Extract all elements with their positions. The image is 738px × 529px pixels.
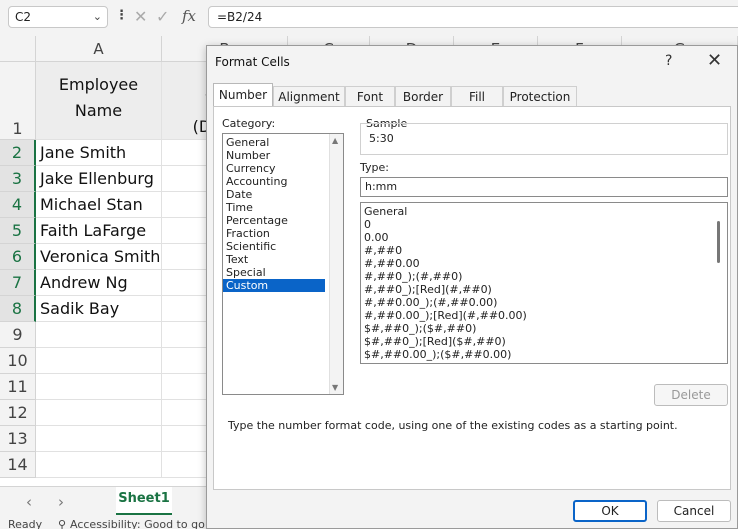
cell-a12[interactable] [36, 400, 162, 426]
status-accessibility[interactable]: Accessibility: Good to go [70, 518, 205, 529]
format-code-list[interactable]: General 0 0.00 #,##0 #,##0.00 #,##0_);(#… [360, 202, 728, 364]
list-item[interactable]: Time [223, 201, 343, 214]
row-header-5[interactable]: 5 [0, 218, 36, 244]
tab-border[interactable]: Border [395, 86, 451, 106]
row-header-6[interactable]: 6 [0, 244, 36, 270]
list-item[interactable]: 0.00 [361, 231, 727, 244]
status-ready: Ready [8, 518, 43, 529]
row-header-12[interactable]: 12 [0, 400, 36, 426]
list-item[interactable]: Fraction [223, 227, 343, 240]
list-item[interactable]: Date [223, 188, 343, 201]
name-box-value: C2 [15, 10, 32, 24]
list-item[interactable]: General [361, 205, 727, 218]
row-header-8[interactable]: 8 [0, 296, 36, 322]
header-line: Employee [58, 75, 139, 94]
cell-a11[interactable] [36, 374, 162, 400]
formula-input[interactable]: =B2/24 [208, 6, 738, 28]
employee-name-cell[interactable]: Andrew Ng [36, 270, 162, 296]
accessibility-icon: ⚲ [58, 518, 67, 529]
scroll-thumb[interactable] [717, 221, 720, 263]
chevron-left-icon[interactable]: ‹ [26, 493, 32, 511]
list-item[interactable]: #,##0.00 [361, 257, 727, 270]
row-header-3[interactable]: 3 [0, 166, 36, 192]
employee-name-cell[interactable]: Michael Stan [36, 192, 162, 218]
list-item[interactable]: 0 [361, 218, 727, 231]
tab-font[interactable]: Font [345, 86, 395, 106]
chevron-down-icon[interactable]: ⌄ [93, 10, 102, 23]
list-item-selected[interactable]: Custom [223, 279, 325, 292]
chevron-right-icon[interactable]: › [58, 493, 64, 511]
list-item[interactable]: Number [223, 149, 343, 162]
sample-box: 5:30 [360, 123, 728, 155]
sheet-tab-sheet1[interactable]: Sheet1 [116, 487, 172, 515]
employee-name-cell[interactable]: Jake Ellenburg [36, 166, 162, 192]
number-tab-panel: Category: General Number Currency Accoun… [213, 106, 731, 490]
formula-actions: ✕ ✓ fx [132, 4, 202, 30]
tab-number[interactable]: Number [213, 83, 273, 106]
type-label: Type: [360, 161, 389, 174]
close-icon[interactable]: ✕ [707, 50, 722, 71]
sample-value: 5:30 [369, 132, 394, 145]
name-box[interactable]: C2 ⌄ [8, 6, 108, 28]
type-input[interactable]: h:mm [360, 177, 728, 197]
cancel-button[interactable]: Cancel [657, 500, 731, 522]
employee-name-cell[interactable]: Sadik Bay [36, 296, 162, 322]
row-header-1[interactable]: 1 [0, 62, 36, 140]
dialog-title: Format Cells [215, 55, 290, 69]
row-header-2[interactable]: 2 [0, 140, 36, 166]
format-cells-dialog: Format Cells ? ✕ Number Alignment Font B… [206, 45, 738, 529]
list-item[interactable]: Accounting [223, 175, 343, 188]
delete-button[interactable]: Delete [654, 384, 728, 406]
cancel-entry-icon[interactable]: ✕ [134, 7, 147, 26]
help-icon[interactable]: ? [665, 53, 672, 69]
category-list[interactable]: General Number Currency Accounting Date … [222, 133, 344, 395]
employee-name-cell[interactable]: Faith LaFarge [36, 218, 162, 244]
list-item[interactable]: Currency [223, 162, 343, 175]
cell-a13[interactable] [36, 426, 162, 452]
row-header-11[interactable]: 11 [0, 374, 36, 400]
category-scrollbar[interactable]: ▲ ▼ [329, 134, 343, 394]
list-item[interactable]: #,##0 [361, 244, 727, 257]
scroll-down-icon[interactable]: ▼ [332, 383, 338, 392]
format-scrollbar[interactable] [713, 203, 727, 363]
cell-a9[interactable] [36, 322, 162, 348]
row-header-14[interactable]: 14 [0, 452, 36, 478]
list-item[interactable]: $#,##0.00_);($#,##0.00) [361, 348, 727, 361]
select-all-corner[interactable] [0, 36, 36, 62]
employee-name-cell[interactable]: Jane Smith [36, 140, 162, 166]
cell-a1[interactable]: Employee Name [36, 62, 162, 140]
list-item[interactable]: Text [223, 253, 343, 266]
list-item[interactable]: Special [223, 266, 343, 279]
list-item[interactable]: #,##0.00_);[Red](#,##0.00) [361, 309, 727, 322]
column-header-a[interactable]: A [36, 36, 162, 62]
hint-text: Type the number format code, using one o… [228, 419, 678, 432]
list-item[interactable]: General [223, 136, 343, 149]
formula-bar: C2 ⌄ ⋮ ✕ ✓ fx =B2/24 [0, 0, 738, 36]
tab-alignment[interactable]: Alignment [273, 86, 345, 106]
list-item[interactable]: #,##0_);[Red](#,##0) [361, 283, 727, 296]
scroll-up-icon[interactable]: ▲ [332, 136, 338, 145]
row-header-4[interactable]: 4 [0, 192, 36, 218]
list-item[interactable]: #,##0_);(#,##0) [361, 270, 727, 283]
list-item[interactable]: Percentage [223, 214, 343, 227]
category-label: Category: [222, 117, 276, 130]
list-item[interactable]: $#,##0_);($#,##0) [361, 322, 727, 335]
confirm-entry-icon[interactable]: ✓ [156, 7, 169, 26]
row-header-10[interactable]: 10 [0, 348, 36, 374]
row-header-9[interactable]: 9 [0, 322, 36, 348]
row-header-7[interactable]: 7 [0, 270, 36, 296]
tab-fill[interactable]: Fill [451, 86, 503, 106]
ok-button[interactable]: OK [573, 500, 647, 522]
more-options-icon[interactable]: ⋮ [115, 8, 128, 23]
employee-name-cell[interactable]: Veronica Smith [36, 244, 162, 270]
list-item[interactable]: Scientific [223, 240, 343, 253]
cell-a14[interactable] [36, 452, 162, 478]
list-item[interactable]: #,##0.00_);(#,##0.00) [361, 296, 727, 309]
list-item[interactable]: $#,##0_);[Red]($#,##0) [361, 335, 727, 348]
insert-function-icon[interactable]: fx [182, 7, 196, 25]
row-header-13[interactable]: 13 [0, 426, 36, 452]
tab-protection[interactable]: Protection [503, 86, 577, 106]
cell-a10[interactable] [36, 348, 162, 374]
header-line: Name [74, 101, 123, 120]
